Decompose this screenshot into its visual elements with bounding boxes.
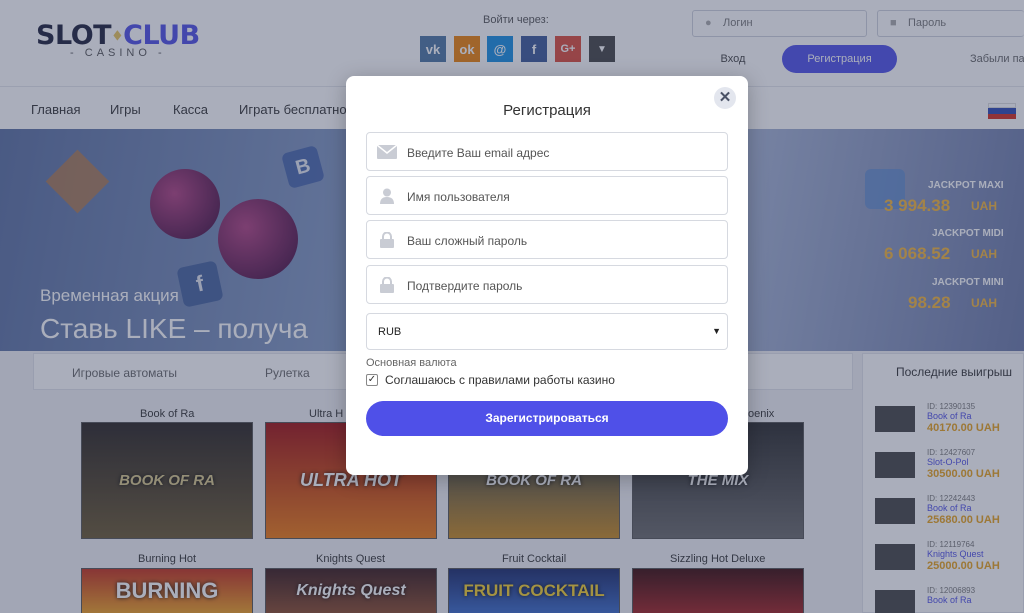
lock-icon <box>377 277 397 293</box>
currency-select[interactable]: RUB ▼ <box>366 313 728 350</box>
password-field[interactable]: Ваш сложный пароль <box>366 220 728 259</box>
envelope-icon <box>377 144 397 160</box>
email-field[interactable]: Введите Ваш email адрес <box>366 132 728 171</box>
confirm-password-field[interactable]: Подтвердите пароль <box>366 265 728 304</box>
registration-modal: Регистрация ✕ Введите Ваш email адрес Им… <box>346 76 748 475</box>
dropdown-arrow-icon: ▼ <box>712 326 721 336</box>
agree-label[interactable]: Соглашаюсь с правилами работы казино <box>385 373 615 387</box>
lock-icon <box>377 232 397 248</box>
currency-label: Основная валюта <box>366 357 457 369</box>
user-icon <box>377 188 397 204</box>
username-field[interactable]: Имя пользователя <box>366 176 728 215</box>
close-icon[interactable]: ✕ <box>714 87 736 109</box>
agree-checkbox[interactable]: ✓ <box>366 374 378 386</box>
modal-title: Регистрация <box>503 102 591 119</box>
submit-registration-button[interactable]: Зарегистрироваться <box>366 401 728 436</box>
